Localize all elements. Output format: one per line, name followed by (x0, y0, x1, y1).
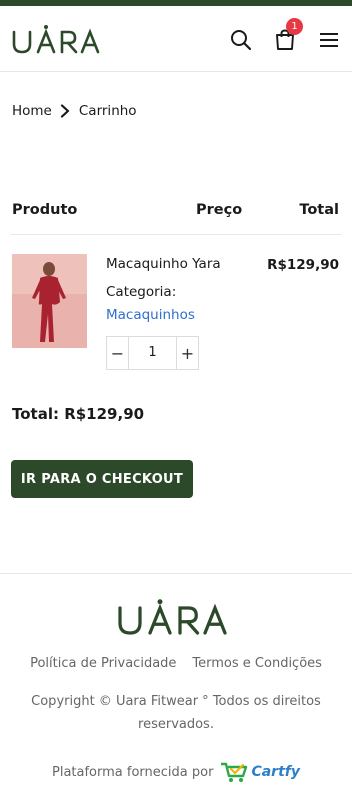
product-thumbnail[interactable] (12, 254, 87, 348)
cart-count-badge: 1 (286, 18, 303, 35)
product-image (12, 254, 87, 348)
cartfy-cart-icon (221, 762, 248, 782)
search-button[interactable] (229, 28, 253, 52)
increase-quantity-button[interactable]: + (176, 337, 198, 369)
platform-credit: Plataforma fornecida por Cartfy (0, 760, 352, 784)
column-header-price: Preço (196, 202, 243, 218)
product-name[interactable]: Macaquinho Yara (106, 256, 221, 272)
cart-total: Total: R$129,90 (12, 405, 145, 423)
breadcrumb: Home Carrinho (12, 103, 137, 119)
copyright-text: Copyright © Uara Fitwear ° Todos os dire… (31, 694, 321, 732)
footer-links: Política de Privacidade Termos e Condiçõ… (0, 656, 352, 671)
column-header-total: Total (299, 202, 339, 218)
search-icon (231, 30, 252, 51)
checkout-button[interactable]: IR PARA O CHECKOUT (11, 460, 193, 498)
terms-link[interactable]: Termos e Condições (192, 656, 322, 671)
uara-logo-mark (12, 25, 100, 54)
brand-logo[interactable] (11, 24, 105, 56)
platform-credit-text: Plataforma fornecida por (52, 764, 214, 780)
product-category-link[interactable]: Macaquinhos (106, 307, 195, 323)
site-header (0, 6, 352, 72)
chevron-right-icon (60, 104, 70, 118)
footer-brand-logo[interactable] (116, 598, 234, 642)
cartfy-link[interactable]: Cartfy (219, 760, 300, 784)
product-category-label: Categoria: (106, 284, 177, 300)
breadcrumb-current: Carrinho (78, 103, 137, 119)
cartfy-brand-name: Cartfy (251, 764, 300, 780)
column-header-product: Produto (12, 202, 78, 218)
quantity-stepper: − 1 + (106, 336, 199, 370)
table-header-divider (11, 234, 341, 235)
footer-divider (0, 573, 352, 574)
decrease-quantity-button[interactable]: − (107, 337, 129, 369)
quantity-input[interactable]: 1 (129, 337, 176, 369)
privacy-policy-link[interactable]: Política de Privacidade (30, 656, 176, 671)
menu-button[interactable] (317, 28, 341, 52)
menu-icon (320, 33, 338, 47)
item-total-price: R$129,90 (267, 257, 339, 273)
breadcrumb-home-link[interactable]: Home (12, 103, 52, 119)
uara-logo-mark (118, 599, 227, 635)
